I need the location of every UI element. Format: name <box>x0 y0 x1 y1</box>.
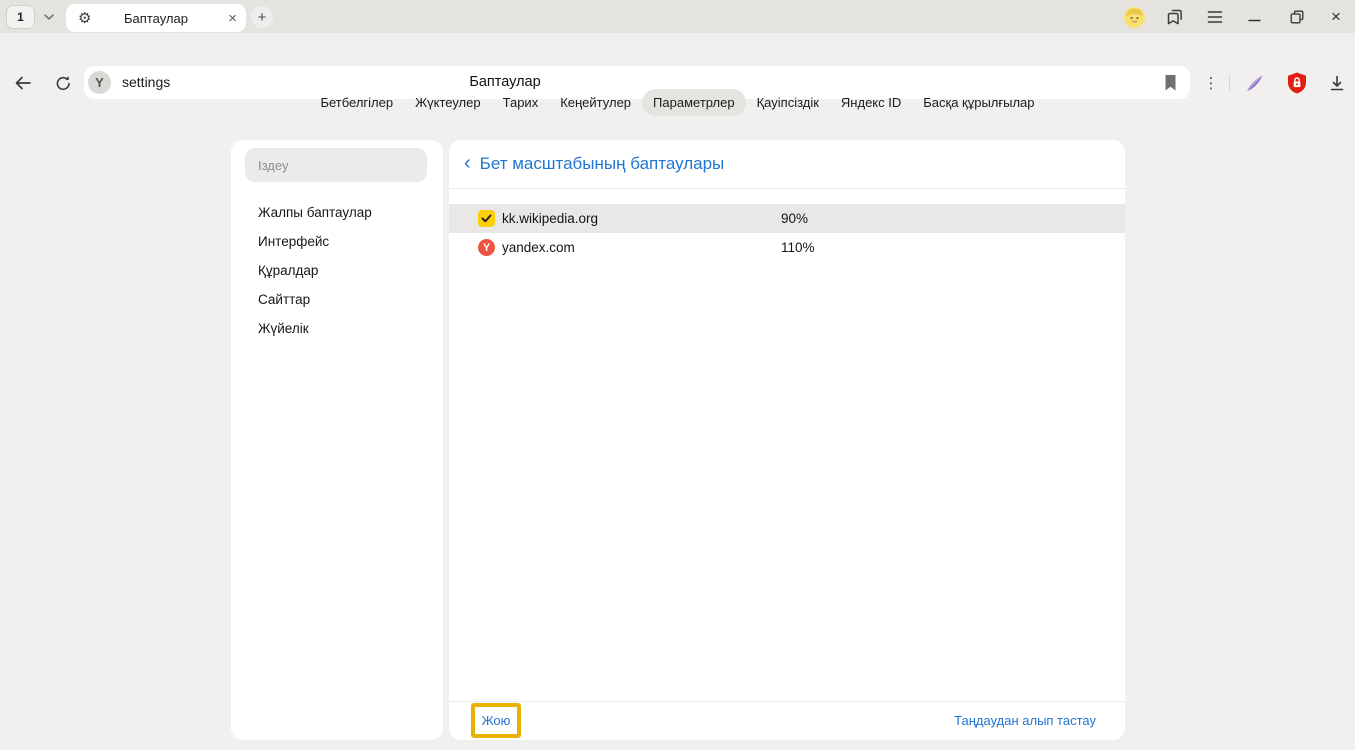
tab-yandex-id[interactable]: Яндекс ID <box>830 89 912 116</box>
tab-downloads[interactable]: Жүктеулер <box>404 89 492 116</box>
tab-groups-icon <box>1165 7 1185 27</box>
tab-title: Баптаулар <box>66 11 246 26</box>
new-tab-button[interactable]: + <box>251 6 273 28</box>
avatar-icon <box>1124 7 1145 28</box>
active-browser-tab[interactable]: ⚙ Баптаулар × <box>66 4 246 32</box>
sidebar-item-interface[interactable]: Интерфейс <box>231 227 443 256</box>
back-arrow-icon <box>14 76 32 90</box>
sidebar-item-system[interactable]: Жүйелік <box>231 314 443 343</box>
panel-footer: Жою Таңдаудан алып тастау <box>449 701 1125 740</box>
page-zoom-settings-panel: ‹ Бет масштабының баптаулары kk.wikipedi… <box>449 140 1125 740</box>
site-name: kk.wikipedia.org <box>502 211 781 226</box>
window-minimize-button[interactable] <box>1242 5 1266 29</box>
tab-extensions[interactable]: Кеңейтулер <box>549 89 642 116</box>
site-zoom-value: 110% <box>781 240 815 255</box>
tab-counter-button[interactable]: 1 <box>6 5 35 29</box>
zoom-row-yandex[interactable]: Y yandex.com 110% <box>449 233 1125 262</box>
hamburger-menu-icon <box>1206 9 1224 25</box>
tab-list-chevron-button[interactable] <box>37 6 61 28</box>
settings-sidebar: Жалпы баптаулар Интерфейс Құралдар Сайтт… <box>231 140 443 740</box>
restore-icon <box>1290 10 1304 24</box>
window-restore-button[interactable] <box>1285 5 1309 29</box>
minimize-icon <box>1248 11 1261 24</box>
gear-favicon-icon: ⚙ <box>78 11 91 26</box>
window-close-button[interactable]: × <box>1324 5 1348 29</box>
sidebar-item-general[interactable]: Жалпы баптаулар <box>231 198 443 227</box>
tab-other-devices[interactable]: Басқа құрылғылар <box>912 89 1045 116</box>
zoom-row-wikipedia[interactable]: kk.wikipedia.org 90% <box>449 204 1125 233</box>
tab-groups-button[interactable] <box>1163 5 1187 29</box>
highlight-box: Жою <box>471 703 521 738</box>
search-input[interactable] <box>245 148 427 182</box>
checkbox-checked-icon[interactable] <box>478 210 495 227</box>
sidebar-list: Жалпы баптаулар Интерфейс Құралдар Сайтт… <box>231 198 443 343</box>
site-name: yandex.com <box>502 240 781 255</box>
sidebar-item-sites[interactable]: Сайттар <box>231 285 443 314</box>
delete-button[interactable]: Жою <box>482 713 511 728</box>
panel-title[interactable]: Бет масштабының баптаулары <box>480 154 725 174</box>
sidebar-item-tools[interactable]: Құралдар <box>231 256 443 285</box>
site-zoom-value: 90% <box>781 211 808 226</box>
site-zoom-list: kk.wikipedia.org 90% Y yandex.com 110% <box>449 204 1125 262</box>
profile-avatar[interactable] <box>1122 5 1146 29</box>
tab-settings[interactable]: Параметрлер <box>642 89 746 116</box>
settings-nav-tabs: Бетбелгілер Жүктеулер Тарих Кеңейтулер П… <box>0 89 1355 116</box>
panel-header: ‹ Бет масштабының баптаулары <box>449 140 1125 189</box>
address-bar: Y settings Баптаулар ⋮ <box>0 33 1355 66</box>
back-chevron-icon[interactable]: ‹ <box>464 153 471 173</box>
tab-close-icon[interactable]: × <box>228 11 237 26</box>
tab-history[interactable]: Тарих <box>492 89 550 116</box>
tab-bar: 1 ⚙ Баптаулар × + <box>0 0 1355 33</box>
yandex-favicon-icon: Y <box>478 239 495 256</box>
deselect-all-button[interactable]: Таңдаудан алып тастау <box>954 702 1096 740</box>
tab-security[interactable]: Қауіпсіздік <box>746 89 830 116</box>
browser-menu-button[interactable] <box>1203 5 1227 29</box>
tab-bookmarks[interactable]: Бетбелгілер <box>309 89 404 116</box>
chevron-down-icon <box>43 8 55 26</box>
